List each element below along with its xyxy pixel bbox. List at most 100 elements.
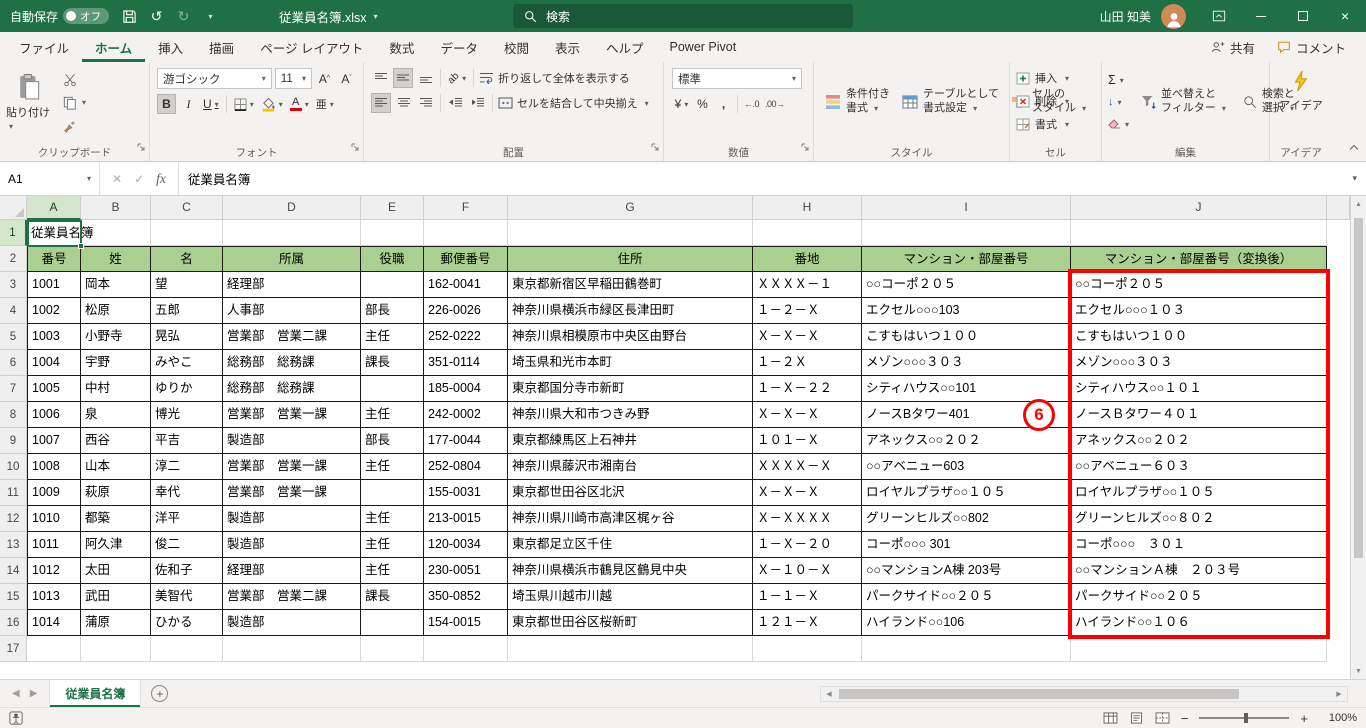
increase-indent-button[interactable] xyxy=(468,93,487,113)
cell-I1[interactable] xyxy=(862,220,1071,246)
vertical-scroll-thumb[interactable] xyxy=(1354,218,1363,558)
scroll-right-arrow[interactable]: ▶ xyxy=(1331,687,1347,701)
cell-A14[interactable]: 1012 xyxy=(27,558,81,584)
number-dialog-launcher[interactable] xyxy=(801,139,810,157)
share-button[interactable]: 共有 xyxy=(1203,35,1263,60)
cell-D10[interactable]: 営業部 営業一課 xyxy=(223,454,361,480)
cell-B6[interactable]: 宇野 xyxy=(81,350,151,376)
minimize-button[interactable] xyxy=(1240,0,1282,32)
cell-F5[interactable]: 252-0222 xyxy=(424,324,508,350)
cell-D16[interactable]: 製造部 xyxy=(223,610,361,636)
cell-G14[interactable]: 神奈川県横浜市鶴見区鶴見中央 xyxy=(508,558,753,584)
align-top-button[interactable] xyxy=(371,68,390,88)
cell-F11[interactable]: 155-0031 xyxy=(424,480,508,506)
cell-J3[interactable]: ○○コーポ２０５ xyxy=(1071,272,1327,298)
cell-I10[interactable]: ○○アベニュー603 xyxy=(862,454,1071,480)
ribbon-tab-ファイル[interactable]: ファイル xyxy=(6,32,82,62)
cell-G11[interactable]: 東京都世田谷区北沢 xyxy=(508,480,753,506)
ribbon-tab-ページ レイアウト[interactable]: ページ レイアウト xyxy=(247,32,376,62)
cell-I4[interactable]: エクセル○○○103 xyxy=(862,298,1071,324)
cell-B12[interactable]: 都築 xyxy=(81,506,151,532)
cell-I15[interactable]: パークサイド○○２０５ xyxy=(862,584,1071,610)
insert-cells-button[interactable]: 挿入 ▾ xyxy=(1016,68,1069,88)
cell-F4[interactable]: 226-0026 xyxy=(424,298,508,324)
comments-button[interactable]: コメント xyxy=(1269,35,1354,60)
cell-H8[interactable]: Ｘ－Ｘ－Ｘ xyxy=(753,402,862,428)
cell-F9[interactable]: 177-0044 xyxy=(424,428,508,454)
cell-A10[interactable]: 1008 xyxy=(27,454,81,480)
cell-D14[interactable]: 経理部 xyxy=(223,558,361,584)
column-header-D[interactable]: D xyxy=(223,196,361,220)
cell-E16[interactable] xyxy=(361,610,424,636)
cell-F14[interactable]: 230-0051 xyxy=(424,558,508,584)
cell-C6[interactable]: みやこ xyxy=(151,350,223,376)
increase-decimal-button[interactable]: ←.0 xyxy=(742,94,761,114)
undo-button[interactable]: ↺ xyxy=(144,3,169,29)
font-color-button[interactable]: A ▾ xyxy=(288,94,311,114)
cell-C9[interactable]: 平吉 xyxy=(151,428,223,454)
row-header-7[interactable]: 7 xyxy=(0,376,27,402)
cell-E3[interactable] xyxy=(361,272,424,298)
borders-button[interactable]: ▾ xyxy=(232,94,256,114)
cell-D11[interactable]: 営業部 営業一課 xyxy=(223,480,361,506)
cell-F13[interactable]: 120-0034 xyxy=(424,532,508,558)
cell-H7[interactable]: １－Ｘ－２２ xyxy=(753,376,862,402)
scroll-left-arrow[interactable]: ◀ xyxy=(821,687,837,701)
cell-J7[interactable]: シティハウス○○１０１ xyxy=(1071,376,1327,402)
save-button[interactable] xyxy=(117,3,142,29)
column-header-I[interactable]: I xyxy=(862,196,1071,220)
accessibility-status-icon[interactable] xyxy=(9,711,23,725)
confirm-entry-icon[interactable]: ✓ xyxy=(134,172,144,186)
row-header-1[interactable]: 1 xyxy=(0,220,27,246)
font-name-combo[interactable]: 游ゴシック ▾ xyxy=(157,68,272,89)
cell-H16[interactable]: １２１－Ｘ xyxy=(753,610,862,636)
cell-F17[interactable] xyxy=(424,636,508,662)
cell-D12[interactable]: 製造部 xyxy=(223,506,361,532)
cell-G4[interactable]: 神奈川県横浜市緑区長津田町 xyxy=(508,298,753,324)
ribbon-tab-ホーム[interactable]: ホーム xyxy=(82,32,145,62)
cell-A13[interactable]: 1011 xyxy=(27,532,81,558)
row-header-6[interactable]: 6 xyxy=(0,350,27,376)
cell-F16[interactable]: 154-0015 xyxy=(424,610,508,636)
cell-B3[interactable]: 岡本 xyxy=(81,272,151,298)
cell-F10[interactable]: 252-0804 xyxy=(424,454,508,480)
column-header-A[interactable]: A xyxy=(27,196,81,220)
cell-D4[interactable]: 人事部 xyxy=(223,298,361,324)
italic-button[interactable]: I xyxy=(179,94,198,114)
horizontal-scroll-thumb[interactable] xyxy=(839,689,1239,699)
cell-E6[interactable]: 課長 xyxy=(361,350,424,376)
cell-H15[interactable]: １－１－Ｘ xyxy=(753,584,862,610)
font-size-combo[interactable]: 11 ▾ xyxy=(274,68,312,89)
cell-D7[interactable]: 総務部 総務課 xyxy=(223,376,361,402)
cell-C4[interactable]: 五郎 xyxy=(151,298,223,324)
cancel-entry-icon[interactable]: ✕ xyxy=(112,172,122,186)
cell-A17[interactable] xyxy=(27,636,81,662)
cell-G15[interactable]: 埼玉県川越市川越 xyxy=(508,584,753,610)
align-middle-button[interactable] xyxy=(393,68,413,88)
cell-J9[interactable]: アネックス○○２０２ xyxy=(1071,428,1327,454)
merge-center-button[interactable]: セルを結合して中央揃え ▾ xyxy=(498,95,649,111)
cell-G12[interactable]: 神奈川県川崎市高津区梶ヶ谷 xyxy=(508,506,753,532)
sheet-nav-left-icon[interactable]: ◀ xyxy=(12,688,20,699)
cell-A11[interactable]: 1009 xyxy=(27,480,81,506)
cell-E5[interactable]: 主任 xyxy=(361,324,424,350)
cell-C15[interactable]: 美智代 xyxy=(151,584,223,610)
cell-I5[interactable]: こすもはいつ１００ xyxy=(862,324,1071,350)
cell-B15[interactable]: 武田 xyxy=(81,584,151,610)
cell-E4[interactable]: 部長 xyxy=(361,298,424,324)
cell-I13[interactable]: コーポ○○○ 301 xyxy=(862,532,1071,558)
cell-J17[interactable] xyxy=(1071,636,1327,662)
align-right-button[interactable] xyxy=(416,93,435,113)
ribbon-display-options-button[interactable] xyxy=(1198,0,1240,32)
cell-E7[interactable] xyxy=(361,376,424,402)
cell-G16[interactable]: 東京都世田谷区桜新町 xyxy=(508,610,753,636)
cell-G7[interactable]: 東京都国分寺市新町 xyxy=(508,376,753,402)
ribbon-tab-校閲[interactable]: 校閲 xyxy=(491,32,542,62)
cell-F15[interactable]: 350-0852 xyxy=(424,584,508,610)
cell-J1[interactable] xyxy=(1071,220,1327,246)
cell-B14[interactable]: 太田 xyxy=(81,558,151,584)
orientation-button[interactable]: ab ▾ xyxy=(446,68,468,88)
align-bottom-button[interactable] xyxy=(416,68,435,88)
cell-A16[interactable]: 1014 xyxy=(27,610,81,636)
cell-C3[interactable]: 望 xyxy=(151,272,223,298)
